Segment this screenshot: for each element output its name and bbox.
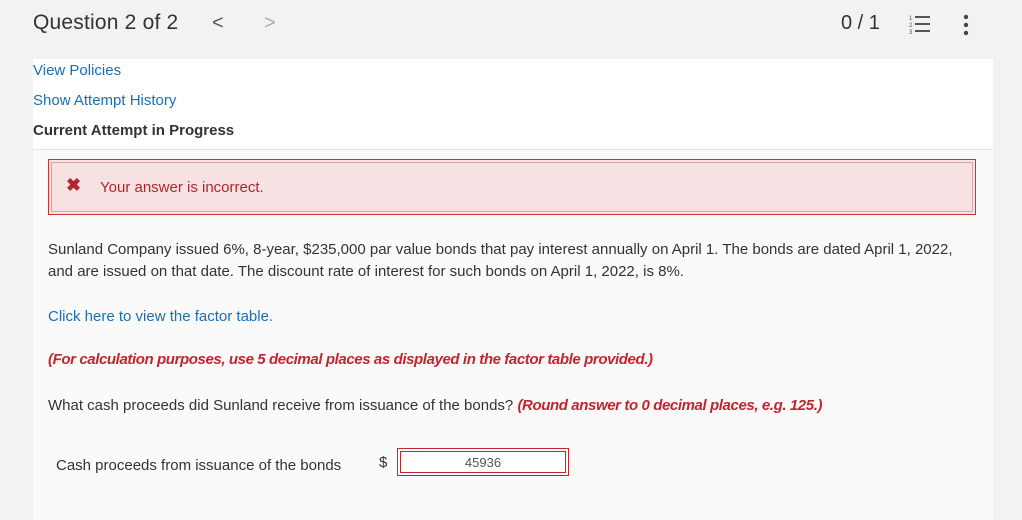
question-text: What cash proceeds did Sunland receive f… — [48, 397, 514, 414]
question-counter: Question 2 of 2 — [33, 11, 179, 34]
attempt-links: View Policies Show Attempt History Curre… — [33, 59, 993, 150]
problem-text: Sunland Company issued 6%, 8-year, $235,… — [48, 241, 953, 280]
cash-proceeds-input[interactable] — [400, 451, 566, 473]
previous-question-button[interactable]: < — [212, 13, 224, 33]
svg-text:2: 2 — [909, 23, 913, 29]
question-prompt: What cash proceeds did Sunland receive f… — [48, 397, 822, 414]
view-policies-link[interactable]: View Policies — [33, 62, 121, 79]
calculation-note: (For calculation purposes, use 5 decimal… — [48, 351, 653, 368]
factor-table-link[interactable]: Click here to view the factor table. — [48, 308, 273, 325]
question-panel: View Policies Show Attempt History Curre… — [33, 59, 993, 520]
rounding-note: (Round answer to 0 decimal places, e.g. … — [517, 397, 823, 414]
feedback-message: Your answer is incorrect. — [100, 179, 264, 196]
feedback-banner: ✖ Your answer is incorrect. — [48, 159, 976, 215]
answer-field-wrapper — [397, 448, 569, 476]
question-header: Question 2 of 2 < > 0 / 1 1 2 3 — [0, 0, 1022, 50]
answer-label: Cash proceeds from issuance of the bonds — [56, 457, 342, 474]
show-attempt-history-link[interactable]: Show Attempt History — [33, 92, 176, 109]
question-list-icon[interactable]: 1 2 3 — [909, 14, 931, 36]
svg-text:1: 1 — [909, 16, 913, 22]
more-options-icon[interactable] — [962, 14, 970, 36]
score-display: 0 / 1 — [841, 12, 880, 34]
next-question-button[interactable]: > — [264, 13, 276, 33]
svg-text:3: 3 — [909, 30, 913, 34]
x-mark-icon: ✖ — [66, 175, 82, 195]
currency-symbol: $ — [379, 454, 388, 471]
question-content: ✖ Your answer is incorrect. Sunland Comp… — [33, 150, 993, 520]
attempt-status: Current Attempt in Progress — [33, 122, 235, 139]
